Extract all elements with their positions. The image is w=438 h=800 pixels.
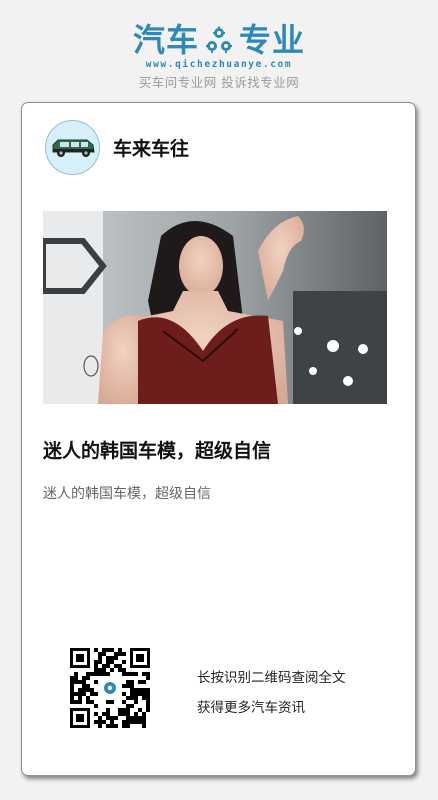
- qr-finder-top-right: [130, 648, 150, 668]
- qr-finder-bottom-left: [70, 708, 90, 728]
- article-title: 迷人的韩国车模，超级自信: [43, 440, 272, 462]
- logo[interactable]: 汽车 专业: [0, 20, 438, 60]
- logo-text-left: 汽车: [132, 21, 199, 59]
- article-summary: 迷人的韩国车模，超级自信: [43, 486, 211, 502]
- avatar: [45, 119, 100, 175]
- logo-text-right: 专业: [239, 21, 306, 59]
- qr-center-logo-icon: [102, 680, 118, 696]
- hero-image[interactable]: [43, 211, 387, 404]
- qr-code[interactable]: [70, 648, 150, 728]
- slogan: 买车问专业网 投诉找专业网: [138, 75, 300, 90]
- gear-icon: [206, 26, 232, 53]
- qr-caption-line1: 长按识别二维码查阅全文: [197, 670, 346, 686]
- hero-photo: [43, 211, 387, 404]
- logo-url: www.qichezhuanye.com: [145, 59, 293, 70]
- author-row[interactable]: 车来车往: [45, 119, 189, 175]
- qr-caption-line2: 获得更多汽车资讯: [197, 700, 305, 716]
- article-card: 车来车往 迷人的韩国车模，超级自信 迷人的韩国车模，超级自信 长按识别二维码查阅…: [21, 102, 416, 776]
- qr-caption: 长按识别二维码查阅全文 获得更多汽车资讯: [197, 663, 346, 723]
- car-icon: [52, 139, 95, 157]
- author-name: 车来车往: [113, 137, 190, 160]
- site-header: 汽车 专业 www.qichezhuanye.com 买车问专业网 投诉找专业网: [0, 0, 438, 96]
- qr-finder-top-left: [70, 648, 90, 668]
